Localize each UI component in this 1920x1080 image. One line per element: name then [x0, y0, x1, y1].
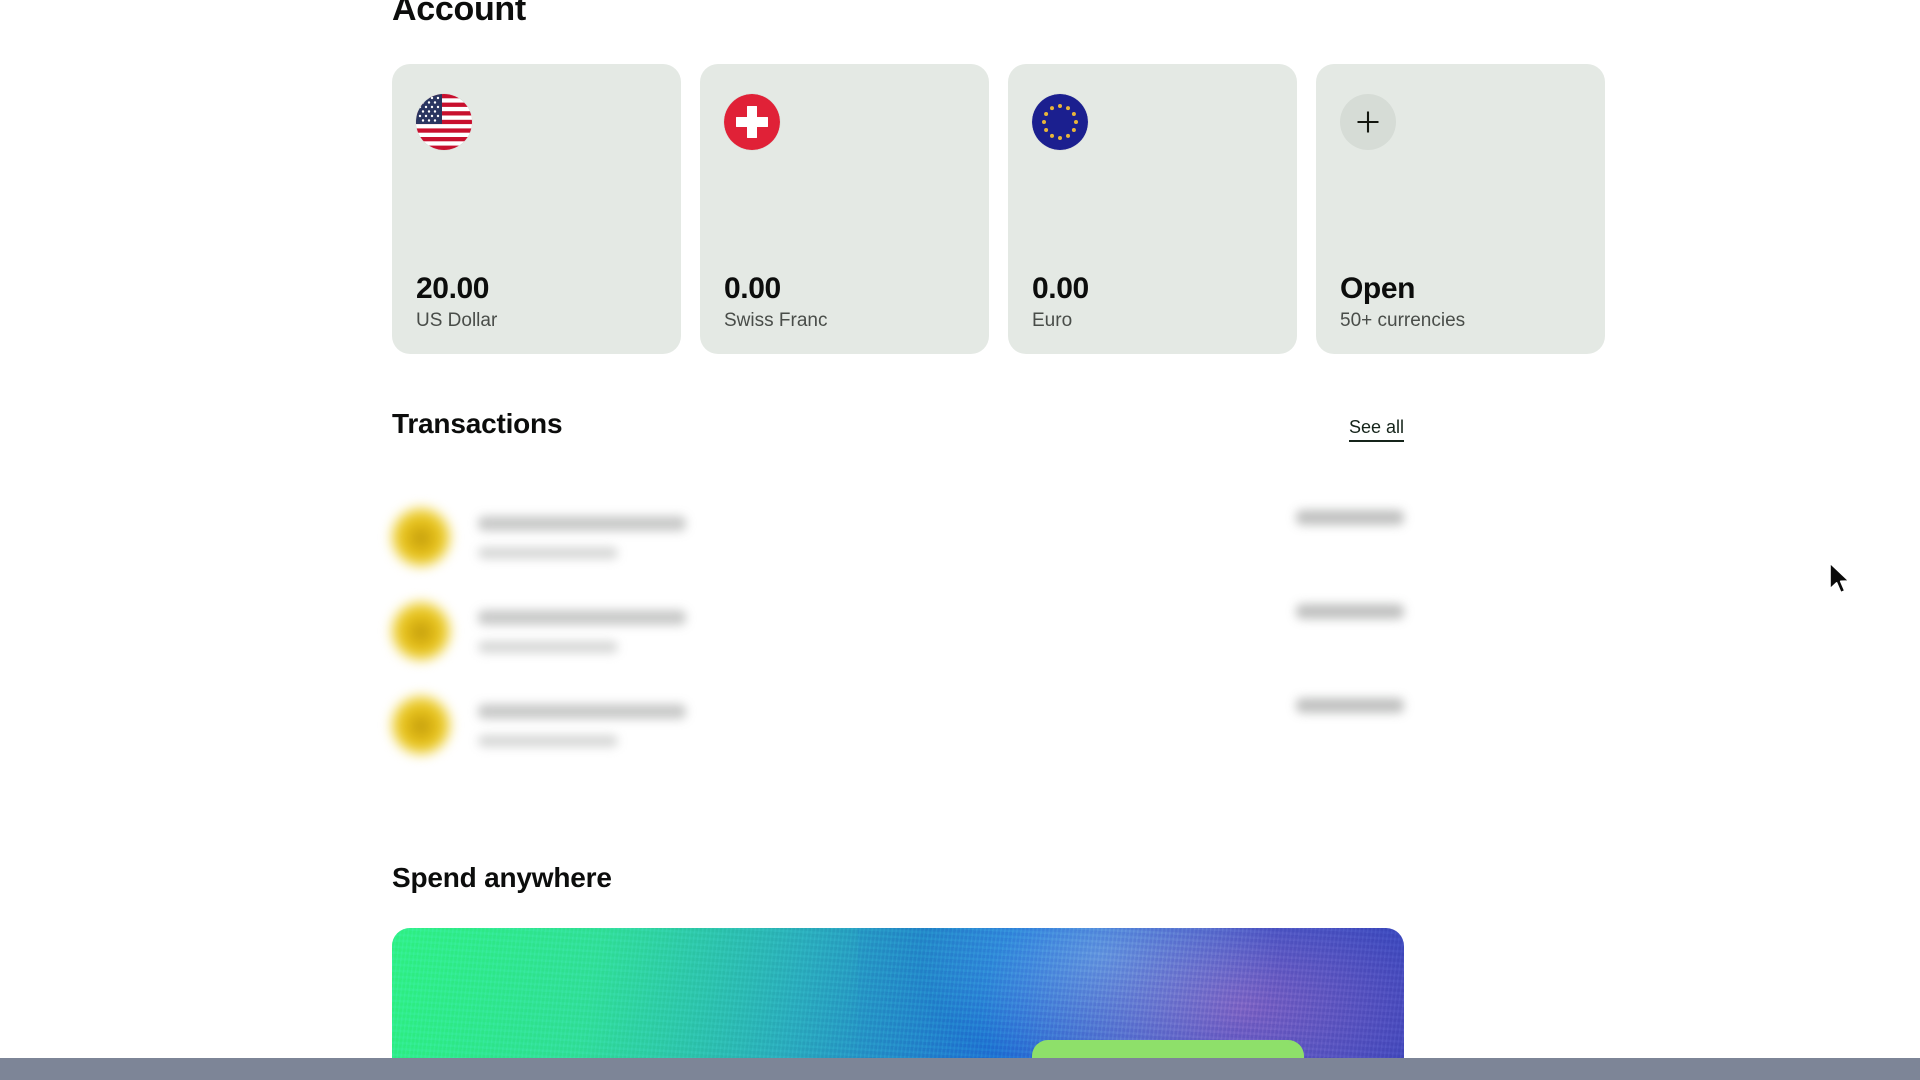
card-bottom: 20.00 US Dollar [416, 273, 657, 332]
spend-anywhere-title: Spend anywhere [392, 862, 612, 893]
card-currency-name: US Dollar [416, 310, 498, 332]
table-row[interactable] [392, 490, 1404, 584]
card-currency-name: Euro [1032, 310, 1073, 332]
card-bottom: 0.00 Euro [1032, 273, 1273, 332]
transaction-subtitle [478, 640, 618, 653]
transaction-title [478, 515, 686, 531]
card-bottom: Open 50+ currencies [1340, 273, 1581, 332]
transaction-text [478, 703, 1296, 747]
sidebar-item-recipients[interactable]: pients [0, 206, 192, 225]
currency-card-usd[interactable]: 20.00 US Dollar [392, 64, 681, 354]
avatar [392, 696, 450, 754]
browser-bottom-bar[interactable] [0, 1058, 1920, 1080]
transaction-subtitle [478, 734, 618, 747]
sidebar: money e s pients age CHF 60 [0, 0, 210, 1080]
avatar [392, 602, 450, 660]
sidebar-nav: e s pients age [0, 88, 192, 324]
open-card-sublabel: 50+ currencies [1340, 310, 1466, 332]
transaction-subtitle [478, 546, 618, 559]
card-amount: 20.00 [416, 271, 490, 305]
page-title: Account [392, 0, 526, 28]
transactions-header: Transactions See all [392, 408, 1404, 442]
card-amount: 0.00 [724, 271, 781, 305]
app-root: money e s pients age CHF 60 Account [0, 0, 1920, 1080]
open-card-label: Open [1340, 271, 1416, 305]
transaction-title [478, 609, 686, 625]
transactions-list [392, 490, 1404, 772]
us-flag-icon [416, 94, 472, 150]
transaction-title [478, 703, 686, 719]
swiss-flag-icon [724, 94, 780, 150]
transactions-title: Transactions [392, 408, 563, 439]
currency-cards-row: 20.00 US Dollar 0.00 Swiss Franc 0.00 Eu… [392, 64, 1605, 354]
transaction-amount [1296, 604, 1404, 619]
sidebar-item-cards[interactable]: s [0, 147, 192, 166]
transaction-amount [1296, 510, 1404, 525]
plus-icon [1340, 94, 1396, 150]
currency-card-chf[interactable]: 0.00 Swiss Franc [700, 64, 989, 354]
transaction-text [478, 515, 1296, 559]
card-bottom: 0.00 Swiss Franc [724, 273, 965, 332]
card-amount: 0.00 [1032, 271, 1089, 305]
main-content: Account 20.00 US Dollar 0.00 Swiss Franc… [392, 0, 1642, 1080]
table-row[interactable] [392, 678, 1404, 772]
sidebar-item-manage[interactable]: age [0, 265, 192, 284]
table-row[interactable] [392, 584, 1404, 678]
card-currency-name: Swiss Franc [724, 310, 828, 332]
currency-card-eur[interactable]: 0.00 Euro [1008, 64, 1297, 354]
sidebar-item-home[interactable]: e [0, 88, 192, 107]
avatar [392, 508, 450, 566]
mouse-cursor [1828, 562, 1854, 598]
open-currency-card[interactable]: Open 50+ currencies [1316, 64, 1605, 354]
transaction-text [478, 609, 1296, 653]
see-all-transactions-link[interactable]: See all [1348, 417, 1404, 442]
transaction-amount [1296, 698, 1404, 713]
eu-flag-icon [1032, 94, 1088, 150]
